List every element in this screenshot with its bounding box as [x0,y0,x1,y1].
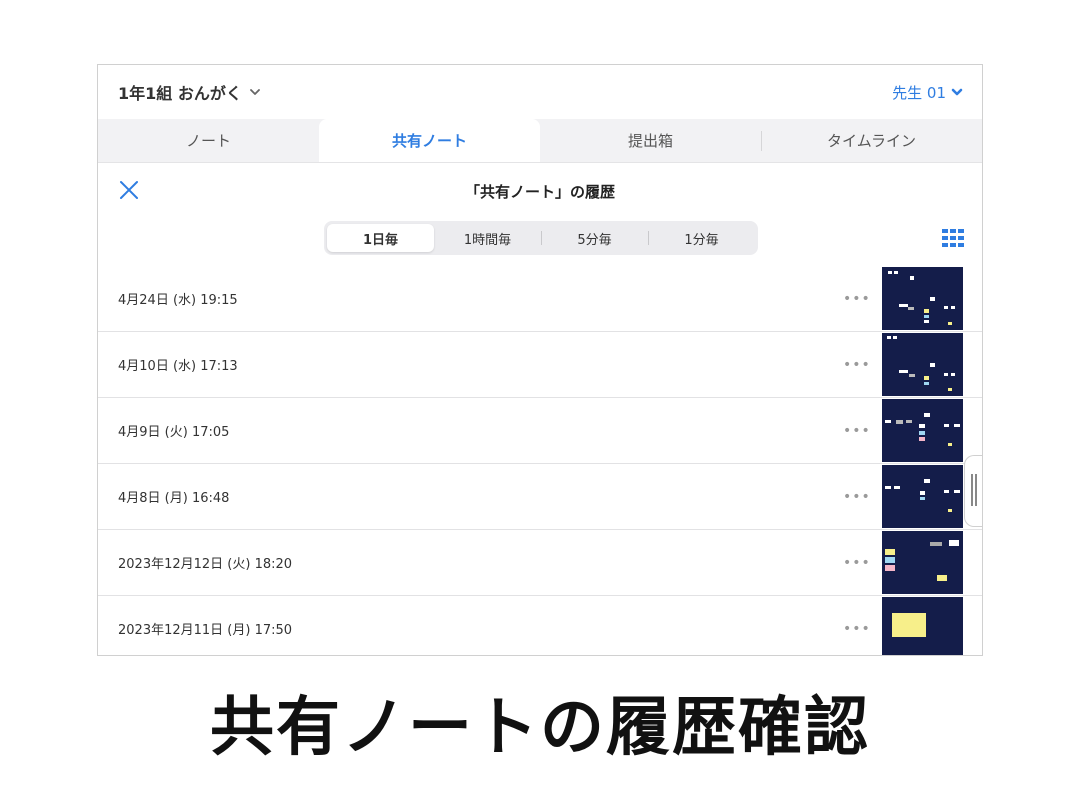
top-bar: 1年1組 おんがく 先生 01 [98,65,982,119]
page-caption: 共有ノートの履歴確認 [210,691,870,765]
interval-segmented-control: 1日毎 1時間毎 5分毎 1分毎 [324,221,758,255]
close-icon[interactable] [118,179,140,201]
user-name: 先生 01 [892,83,946,102]
shared-note-history-window: 1年1組 おんがく 先生 01 ノート 共有ノート 提出箱 タイムライン 「共有… [97,64,983,656]
history-row[interactable]: 4月8日 (月) 16:48 ••• [98,464,982,530]
class-selector[interactable]: 1年1組 おんがく [118,80,262,104]
history-list: 4月24日 (水) 19:15 ••• 4月10日 (水) 17:13 ••• [98,266,982,655]
interval-1day[interactable]: 1日毎 [327,224,434,252]
side-panel-handle[interactable] [964,455,982,527]
note-thumbnail[interactable] [882,465,963,528]
interval-bar: 1日毎 1時間毎 5分毎 1分毎 [98,219,982,261]
tab-bar: ノート 共有ノート 提出箱 タイムライン [98,119,982,163]
history-header: 「共有ノート」の履歴 [98,163,982,219]
grid-view-icon[interactable] [942,229,964,247]
interval-1min[interactable]: 1分毎 [648,224,755,252]
class-name: 1年1組 おんがく [118,84,242,103]
tab-timeline[interactable]: タイムライン [761,119,982,162]
history-date: 2023年12月11日 (月) 17:50 [118,623,293,638]
tab-note[interactable]: ノート [98,119,319,162]
note-thumbnail[interactable] [882,531,963,594]
history-title: 「共有ノート」の履歴 [464,182,615,201]
history-row[interactable]: 2023年12月11日 (月) 17:50 ••• [98,596,982,655]
more-options-icon[interactable]: ••• [843,423,871,439]
history-date: 4月24日 (水) 19:15 [118,293,238,308]
chevron-down-icon [951,88,963,96]
history-date: 4月8日 (月) 16:48 [118,491,230,506]
note-thumbnail[interactable] [882,267,963,330]
history-row[interactable]: 2023年12月12日 (火) 18:20 ••• [98,530,982,596]
more-options-icon[interactable]: ••• [843,621,871,637]
note-thumbnail[interactable] [882,597,963,655]
note-thumbnail[interactable] [882,333,963,396]
chevron-down-icon [249,89,260,95]
interval-1hour[interactable]: 1時間毎 [434,224,541,252]
more-options-icon[interactable]: ••• [843,357,871,373]
more-options-icon[interactable]: ••• [843,291,871,307]
user-menu[interactable]: 先生 01 [892,82,964,103]
history-date: 2023年12月12日 (火) 18:20 [118,557,293,572]
interval-5min[interactable]: 5分毎 [541,224,648,252]
more-options-icon[interactable]: ••• [843,489,871,505]
history-date: 4月9日 (火) 17:05 [118,425,230,440]
note-thumbnail[interactable] [882,399,963,462]
history-row[interactable]: 4月9日 (火) 17:05 ••• [98,398,982,464]
history-row[interactable]: 4月24日 (水) 19:15 ••• [98,266,982,332]
history-date: 4月10日 (水) 17:13 [118,359,238,374]
history-row[interactable]: 4月10日 (水) 17:13 ••• [98,332,982,398]
tab-shared-note[interactable]: 共有ノート [319,119,540,162]
more-options-icon[interactable]: ••• [843,555,871,571]
tab-submission-box[interactable]: 提出箱 [540,119,761,162]
